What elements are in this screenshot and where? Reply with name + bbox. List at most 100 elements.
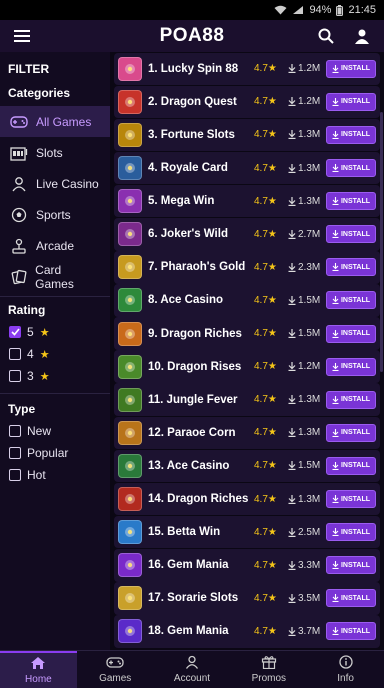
game-row[interactable]: 17. Sorarie Slots 4.7★ 3.5M INSTALL [114, 582, 380, 615]
checkbox[interactable] [9, 348, 21, 360]
game-name[interactable]: 2. Dragon Quest [148, 96, 254, 108]
category-all-games[interactable]: All Games [0, 106, 110, 137]
install-button[interactable]: INSTALL [326, 92, 376, 111]
install-button[interactable]: INSTALL [326, 324, 376, 343]
game-row[interactable]: 14. Dragon Riches 4.7★ 1.3M INSTALL [114, 482, 380, 516]
game-thumbnail[interactable] [118, 619, 142, 644]
game-thumbnail[interactable] [118, 122, 142, 147]
install-button[interactable]: INSTALL [326, 357, 376, 376]
category-arcade[interactable]: Arcade [0, 230, 110, 261]
game-name[interactable]: 8. Ace Casino [148, 294, 254, 306]
category-sports[interactable]: Sports [0, 199, 110, 230]
game-thumbnail[interactable] [118, 387, 142, 412]
game-row[interactable]: 8. Ace Casino 4.7★ 1.5M INSTALL [114, 284, 380, 317]
install-button[interactable]: INSTALL [326, 291, 376, 310]
type-filter-hot[interactable]: Hot [0, 464, 110, 486]
game-thumbnail[interactable] [118, 288, 142, 313]
nav-promos[interactable]: Promos [230, 651, 307, 688]
game-name[interactable]: 3. Fortune Slots [148, 129, 254, 141]
nav-info[interactable]: Info [307, 651, 384, 688]
scrollbar[interactable] [380, 112, 383, 372]
game-row[interactable]: 10. Dragon Rises 4.7★ 1.2M INSTALL [114, 350, 380, 383]
game-name[interactable]: 15. Betta Win [148, 526, 254, 538]
game-name[interactable]: 1. Lucky Spin 88 [148, 63, 254, 75]
game-row[interactable]: 6. Joker's Wild 4.7★ 2.7M INSTALL [114, 217, 380, 251]
game-name[interactable]: 18. Gem Mania [148, 625, 254, 637]
game-name[interactable]: 16. Gem Mania [148, 559, 254, 571]
checkbox[interactable] [9, 469, 21, 481]
install-button[interactable]: INSTALL [326, 423, 376, 442]
category-live-casino[interactable]: Live Casino [0, 168, 110, 199]
game-thumbnail[interactable] [118, 56, 142, 81]
game-row[interactable]: 15. Betta Win 4.7★ 2.5M INSTALL [114, 515, 380, 549]
game-name[interactable]: 7. Pharaoh's Gold [148, 261, 254, 273]
game-name[interactable]: 5. Mega Win [148, 195, 254, 207]
game-row[interactable]: 18. Gem Mania 4.7★ 3.7M INSTALL [114, 615, 380, 648]
game-list[interactable]: 1. Lucky Spin 88 4.7★ 1.2M INSTALL 2. Dragon… [110, 52, 384, 650]
install-button[interactable]: INSTALL [326, 258, 376, 277]
game-thumbnail[interactable] [118, 354, 142, 379]
game-thumbnail[interactable] [118, 255, 142, 280]
game-thumbnail[interactable] [118, 487, 142, 512]
game-row[interactable]: 11. Jungle Fever 4.7★ 1.3M INSTALL [114, 383, 380, 417]
checkbox-checked[interactable] [9, 326, 21, 338]
install-button[interactable]: INSTALL [326, 589, 376, 608]
game-row[interactable]: 2. Dragon Quest 4.7★ 1.2M INSTALL [114, 85, 380, 119]
hamburger-icon[interactable] [10, 24, 34, 48]
game-thumbnail[interactable] [118, 156, 142, 181]
game-thumbnail[interactable] [118, 189, 142, 214]
install-button[interactable]: INSTALL [326, 125, 376, 144]
install-button[interactable]: INSTALL [326, 490, 376, 509]
rating-filter-4[interactable]: 4 ★ [0, 343, 110, 365]
user-icon[interactable] [350, 24, 374, 48]
search-icon[interactable] [314, 24, 338, 48]
checkbox[interactable] [9, 425, 21, 437]
game-name[interactable]: 13. Ace Casino [148, 460, 254, 472]
game-row[interactable]: 16. Gem Mania 4.7★ 3.3M INSTALL [114, 548, 380, 582]
game-thumbnail[interactable] [118, 453, 142, 478]
nav-games[interactable]: Games [77, 651, 154, 688]
game-name[interactable]: 9. Dragon Riches [148, 328, 254, 340]
install-button[interactable]: INSTALL [326, 159, 376, 178]
game-name[interactable]: 17. Sorarie Slots [148, 592, 254, 604]
game-name[interactable]: 11. Jungle Fever [148, 394, 254, 406]
game-name[interactable]: 10. Dragon Rises [148, 361, 254, 373]
category-card-games[interactable]: Card Games [0, 261, 110, 292]
game-row[interactable]: 12. Paraoe Corn 4.7★ 1.3M INSTALL [114, 416, 380, 450]
category-slots[interactable]: Slots [0, 137, 110, 168]
game-row[interactable]: 3. Fortune Slots 4.7★ 1.3M INSTALL [114, 118, 380, 152]
game-thumbnail[interactable] [118, 420, 142, 445]
game-thumbnail[interactable] [118, 553, 142, 578]
checkbox[interactable] [9, 370, 21, 382]
game-row[interactable]: 9. Dragon Riches 4.7★ 1.5M INSTALL [114, 317, 380, 350]
game-thumbnail[interactable] [118, 520, 142, 545]
type-filter-popular[interactable]: Popular [0, 442, 110, 464]
game-row[interactable]: 1. Lucky Spin 88 4.7★ 1.2M INSTALL [114, 52, 380, 86]
install-button[interactable]: INSTALL [326, 192, 376, 211]
game-row[interactable]: 5. Mega Win 4.7★ 1.3M INSTALL [114, 184, 380, 218]
checkbox[interactable] [9, 447, 21, 459]
install-button[interactable]: INSTALL [326, 622, 376, 641]
game-name[interactable]: 6. Joker's Wild [148, 228, 254, 240]
game-thumbnail[interactable] [118, 586, 142, 611]
rating-filter-3[interactable]: 3 ★ [0, 365, 110, 387]
game-thumbnail[interactable] [118, 222, 142, 247]
game-row[interactable]: 13. Ace Casino 4.7★ 1.5M INSTALL [114, 449, 380, 483]
install-button[interactable]: INSTALL [326, 556, 376, 575]
install-button[interactable]: INSTALL [326, 59, 376, 78]
install-button[interactable]: INSTALL [326, 225, 376, 244]
type-filter-new[interactable]: New [0, 420, 110, 442]
install-button[interactable]: INSTALL [326, 456, 376, 475]
nav-home[interactable]: Home [0, 651, 77, 688]
install-button[interactable]: INSTALL [326, 523, 376, 542]
game-row[interactable]: 7. Pharaoh's Gold 4.7★ 2.3M INSTALL [114, 251, 380, 284]
install-button[interactable]: INSTALL [326, 390, 376, 409]
game-name[interactable]: 14. Dragon Riches [148, 493, 254, 505]
nav-account[interactable]: Account [154, 651, 231, 688]
game-name[interactable]: 4. Royale Card [148, 162, 254, 174]
rating-filter-5[interactable]: 5 ★ [0, 321, 110, 343]
game-thumbnail[interactable] [118, 321, 142, 346]
game-thumbnail[interactable] [118, 89, 142, 114]
game-name[interactable]: 12. Paraoe Corn [148, 427, 254, 439]
game-row[interactable]: 4. Royale Card 4.7★ 1.3M INSTALL [114, 151, 380, 185]
